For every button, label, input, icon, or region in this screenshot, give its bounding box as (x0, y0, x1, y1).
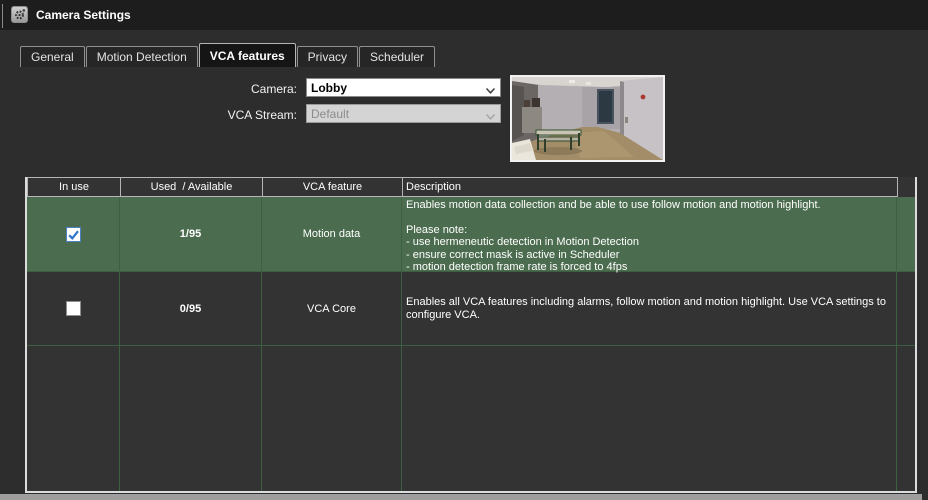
cell-used-available: 0/95 (120, 272, 262, 345)
camera-settings-window: Camera Settings General Motion Detection… (0, 0, 928, 500)
tab-general[interactable]: General (20, 46, 85, 67)
table-row-motion-data[interactable]: 1/95 Motion data Enables motion data col… (27, 197, 915, 272)
cell-in-use (27, 197, 120, 271)
vca-stream-select-value: Default (311, 107, 485, 121)
vca-stream-label: VCA Stream: (150, 108, 297, 122)
cell-description: Enables motion data collection and be ab… (402, 197, 897, 271)
titlebar[interactable]: Camera Settings (0, 0, 928, 30)
window-bottom-edge (0, 494, 922, 500)
tab-bar: General Motion Detection VCA features Pr… (20, 43, 436, 67)
column-header-used-available: Used / Available (121, 178, 263, 196)
vca-feature-table: In use Used / Available VCA feature Desc… (25, 177, 917, 493)
cell-in-use (27, 272, 120, 345)
vca-stream-select: Default (306, 104, 501, 123)
cell-vca-feature: VCA Core (262, 272, 402, 345)
tab-scheduler[interactable]: Scheduler (359, 46, 435, 67)
camera-label: Camera: (150, 82, 297, 96)
table-header-row: In use Used / Available VCA feature Desc… (27, 177, 898, 197)
in-use-checkbox-unchecked[interactable] (66, 301, 81, 316)
tab-vca-features[interactable]: VCA features (199, 43, 296, 67)
cell-vca-feature: Motion data (262, 197, 402, 271)
camera-select[interactable]: Lobby (306, 78, 501, 97)
column-header-in-use: In use (28, 178, 121, 196)
cell-spacer (897, 197, 915, 271)
column-header-description: Description (403, 178, 897, 196)
cell-description: Enables all VCA features including alarm… (402, 272, 897, 345)
cell-spacer (897, 272, 915, 345)
in-use-checkbox-checked[interactable] (66, 227, 81, 242)
window-left-edge (2, 4, 3, 28)
camera-preview-image (510, 75, 665, 162)
cell-used-available: 1/95 (120, 197, 262, 271)
chevron-down-icon (485, 110, 496, 118)
camera-select-value: Lobby (311, 81, 485, 95)
tab-motion-detection[interactable]: Motion Detection (86, 46, 198, 67)
empty-table-area (27, 346, 915, 491)
chevron-down-icon (485, 84, 496, 92)
tab-privacy[interactable]: Privacy (297, 46, 358, 67)
gear-icon (11, 6, 28, 23)
window-title: Camera Settings (36, 8, 131, 22)
column-header-vca-feature: VCA feature (263, 178, 403, 196)
table-row-vca-core[interactable]: 0/95 VCA Core Enables all VCA features i… (27, 272, 915, 346)
